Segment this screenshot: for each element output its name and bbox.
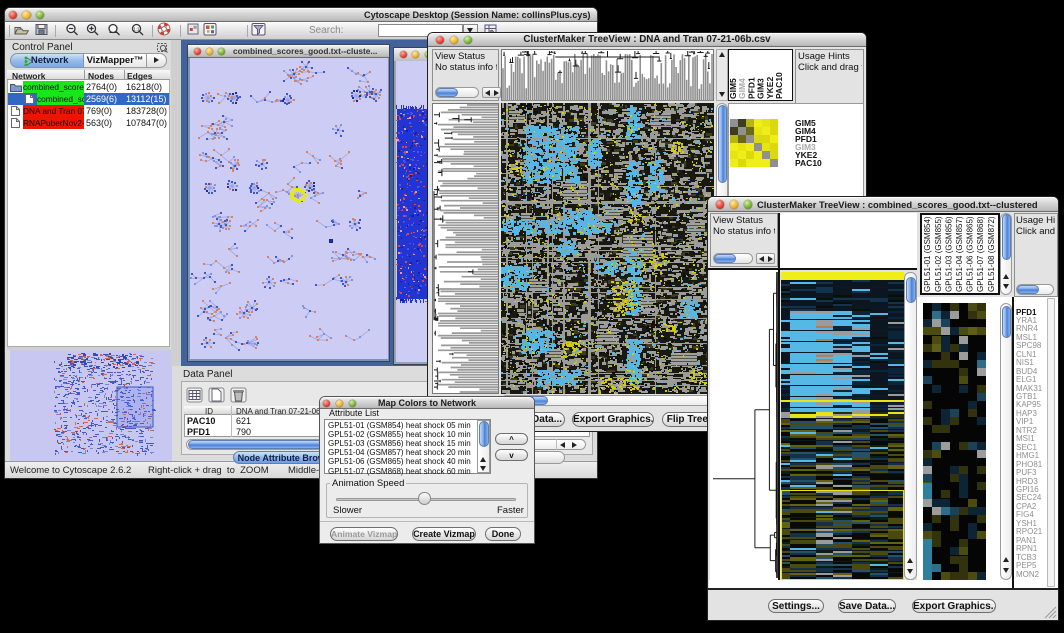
- svg-text:PAC10: PAC10: [774, 72, 784, 99]
- svg-text:GPL51-02 (GSM855): GPL51-02 (GSM855): [934, 216, 943, 292]
- svg-text:GPL51-03 (GSM856): GPL51-03 (GSM856): [944, 216, 953, 292]
- svg-text:1:1: 1:1: [133, 26, 140, 31]
- svg-text:GPL51-04 (GSM857): GPL51-04 (GSM857): [955, 216, 964, 292]
- svg-text:GPL51-01 (GSM854): GPL51-01 (GSM854): [923, 216, 932, 292]
- svg-text:GPL51-07 (GSM868): GPL51-07 (GSM868): [976, 216, 985, 292]
- svg-text:GPL51-08 (GSM872): GPL51-08 (GSM872): [987, 216, 996, 292]
- svg-text:GPL51-06 (GSM865): GPL51-06 (GSM865): [966, 216, 975, 292]
